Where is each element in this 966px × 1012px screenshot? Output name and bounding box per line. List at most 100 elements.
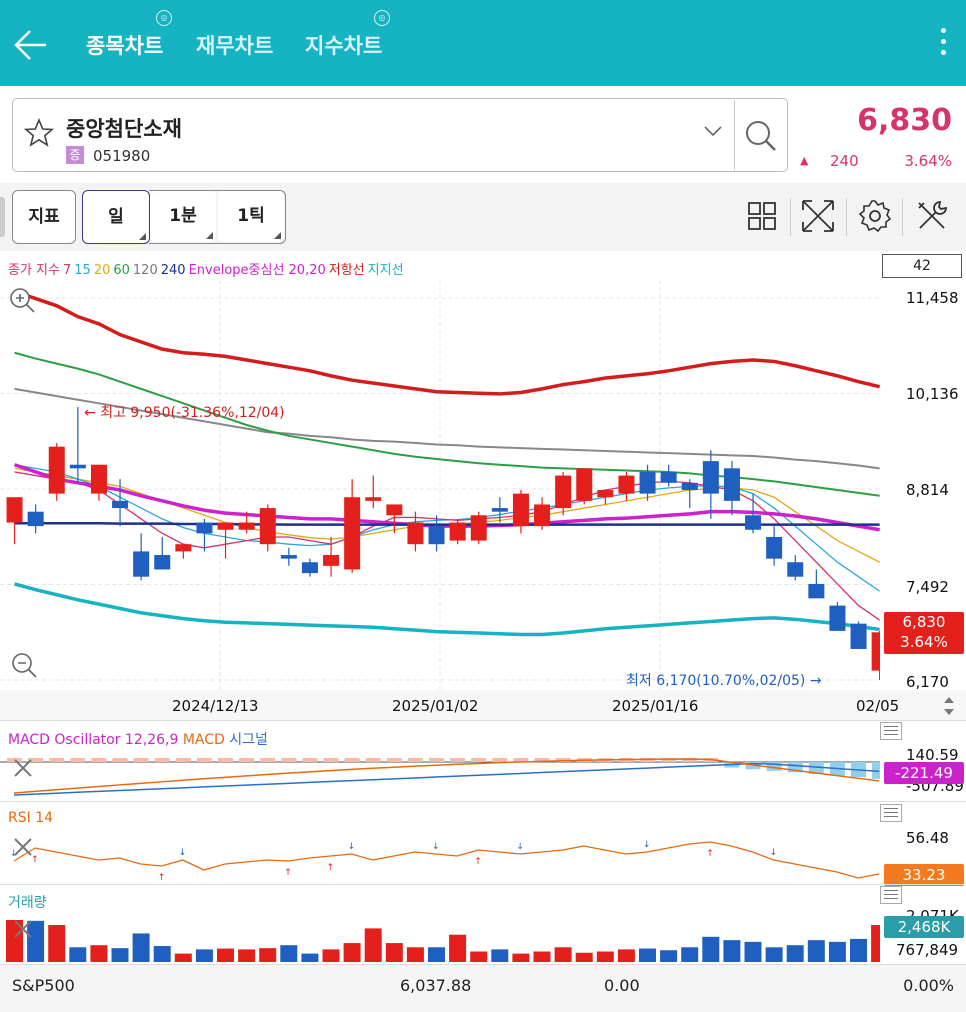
volume-bar [132, 933, 150, 962]
volume-bar [174, 953, 192, 962]
price-change-pct: 3.64% [904, 152, 952, 170]
index-ticker-bar[interactable] [0, 964, 966, 1012]
volume-bar [259, 948, 277, 962]
volume-bar [828, 941, 846, 962]
volume-bar [69, 947, 87, 962]
candle-body [470, 515, 487, 541]
ma-line-지지선 [14, 582, 880, 637]
rsi-signal-marker: ↓ [516, 842, 524, 852]
macd-histogram-bar [112, 758, 128, 762]
macd-histogram-bar [450, 758, 466, 762]
rsi-menu-icon[interactable] [880, 804, 902, 822]
close-icon[interactable] [12, 918, 34, 940]
volume-bar [280, 945, 298, 962]
price-chart[interactable] [0, 280, 880, 690]
stock-name: 중앙첨단소재 [66, 117, 182, 141]
tab-stock-chart[interactable]: 종목차트 [86, 30, 163, 60]
rsi-signal-marker: ↑ [706, 849, 714, 859]
indicator-button[interactable]: 지표 [12, 190, 76, 244]
side-handle[interactable] [0, 197, 5, 237]
candle-body [597, 490, 614, 498]
rsi-top-value: 56.48 [906, 829, 949, 847]
candle-body [850, 623, 867, 649]
macd-histogram-bar [70, 758, 86, 762]
rsi-signal-marker: ↓ [770, 848, 778, 858]
macd-histogram-bar [196, 758, 212, 762]
candle-body [48, 446, 65, 494]
period-day-button[interactable]: 일 [82, 190, 150, 244]
legend-item: 20 [93, 263, 111, 278]
candle-body [238, 522, 255, 530]
candle-body [512, 493, 529, 527]
x-tick-label: 2025/01/16 [612, 697, 699, 715]
rsi-signal-marker: ↓ [432, 842, 440, 852]
x-tick-label: 2024/12/13 [172, 697, 259, 715]
indicator-legend: 종가 지수 7 15 20 60 120 240 Envelope중심선 20,20 저항선 지지… [8, 259, 407, 278]
rsi-signal-marker: ↑ [284, 868, 292, 878]
layout-grid-icon[interactable] [744, 198, 780, 234]
fullscreen-icon[interactable] [800, 198, 836, 234]
x-tick-label: 02/05 [856, 697, 900, 715]
candle-body [491, 508, 508, 512]
low-annotation-text: 최저 6,170(10.70%,02/05) [626, 673, 806, 689]
volume-bar [765, 947, 783, 962]
volume-menu-icon[interactable] [880, 886, 902, 904]
volume-bar [449, 934, 467, 962]
divider [790, 198, 791, 236]
volume-bar [153, 946, 171, 962]
volume-bar [217, 948, 234, 962]
macd-histogram-bar [281, 758, 297, 762]
candle-count-box[interactable]: 42 [882, 254, 962, 278]
legend-item: 7 [62, 263, 72, 278]
tab-financial-chart[interactable]: 재무차트 [196, 30, 273, 60]
y-tick-label: 11,458 [906, 289, 959, 307]
rsi-signal-marker: ↓ [179, 848, 187, 858]
volume-bar [195, 949, 213, 962]
volume-bar [301, 953, 319, 962]
search-icon[interactable] [742, 117, 778, 153]
divider [0, 884, 966, 885]
divider [0, 720, 966, 721]
rsi-line [13, 841, 880, 879]
volume-bar [343, 943, 361, 962]
current-price: 6,830 [857, 103, 952, 138]
period-tick-button[interactable]: 1틱 [218, 190, 284, 242]
zoom-out-icon[interactable] [10, 651, 38, 679]
period-tick-label: 1틱 [237, 206, 265, 226]
close-icon[interactable] [12, 836, 34, 858]
volume-bar [512, 953, 530, 962]
tools-icon[interactable] [914, 198, 950, 234]
rsi-chart: ↓ ↓↓ ↓ ↓ ↓↓↑↑ ↑ ↑↑↑ [10, 840, 880, 883]
candle-body [576, 468, 593, 501]
period-minute-button[interactable]: 1분 [150, 190, 216, 242]
zoom-in-icon[interactable] [8, 286, 36, 314]
x-axis-band [0, 690, 966, 720]
y-tick-label: 8,814 [906, 481, 949, 499]
candle-body [787, 562, 804, 577]
volume-bar [428, 947, 445, 962]
volume-low-value: 767,849 [896, 941, 959, 959]
back-arrow-icon[interactable] [12, 28, 48, 62]
divider [902, 198, 903, 236]
tab-index-chart[interactable]: 지수차트 [305, 30, 382, 60]
chevron-down-icon[interactable] [702, 123, 724, 139]
candle-body [69, 464, 86, 469]
volume-bar [786, 945, 804, 962]
favorite-star-icon[interactable] [24, 118, 54, 148]
volume-bar [702, 936, 720, 962]
scroll-updown-icon[interactable] [942, 695, 956, 717]
candle-body [344, 497, 361, 570]
volume-bar [491, 949, 509, 962]
settings-gear-icon[interactable] [857, 198, 893, 234]
candle-body [196, 522, 213, 534]
x-tick-label: 2025/01/02 [392, 697, 479, 715]
candle-body [112, 500, 129, 509]
candle-body [449, 522, 466, 541]
candle-body [871, 632, 880, 671]
macd-menu-icon[interactable] [880, 722, 902, 740]
more-menu-icon[interactable] [936, 28, 950, 64]
candle-body [428, 526, 445, 545]
stock-code: 051980 [93, 147, 151, 165]
close-icon[interactable] [12, 757, 34, 779]
period-day-label: 일 [108, 207, 124, 227]
